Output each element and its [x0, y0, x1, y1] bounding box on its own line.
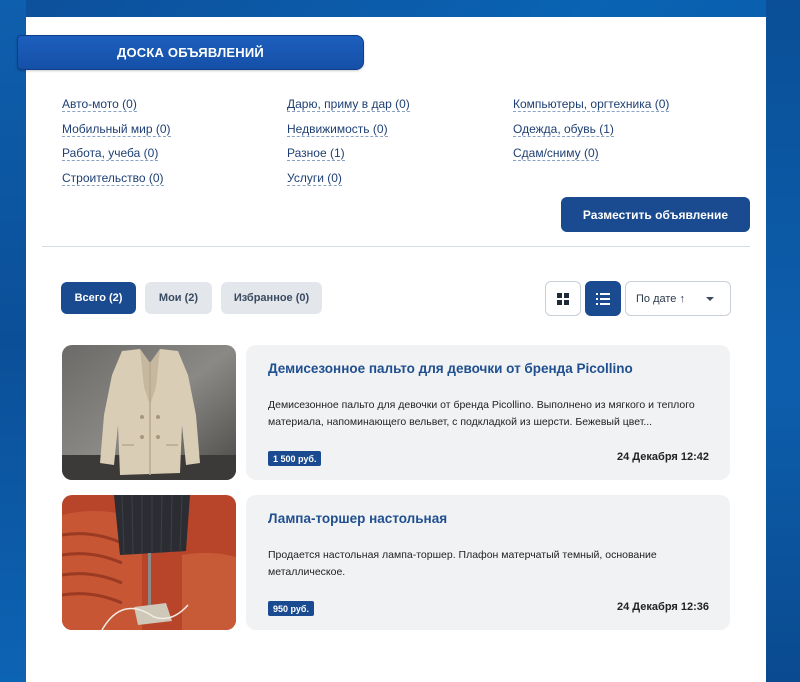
- listing-description: Демисезонное пальто для девочки от бренд…: [268, 399, 695, 428]
- category-link-rent[interactable]: Сдам/сниму (0): [513, 144, 669, 169]
- listing-description: Продается настольная лампа-торшер. Плафо…: [268, 549, 657, 578]
- category-link-mobile[interactable]: Мобильный мир (0): [62, 120, 171, 145]
- listing-photo-lamp[interactable]: [62, 495, 236, 630]
- grid-icon: [557, 292, 569, 305]
- tab-favorites[interactable]: Избранное (0): [221, 282, 322, 314]
- post-ad-button[interactable]: Разместить объявление: [561, 197, 750, 232]
- listing-title[interactable]: Демисезонное пальто для девочки от бренд…: [268, 361, 633, 376]
- tab-mine[interactable]: Мои (2): [145, 282, 212, 314]
- sort-select-value: По дате ↑: [636, 292, 685, 305]
- listing-title[interactable]: Лампа-торшер настольная: [268, 511, 447, 526]
- category-link-clothes[interactable]: Одежда, обувь (1): [513, 120, 669, 145]
- category-column-1: Авто-мото (0) Мобильный мир (0) Работа, …: [62, 95, 171, 193]
- category-link-construction[interactable]: Строительство (0): [62, 169, 171, 194]
- list-icon: [596, 292, 610, 305]
- chevron-down-icon: [706, 297, 714, 301]
- board-title: ДОСКА ОБЪЯВЛЕНИЙ: [17, 35, 364, 70]
- sort-select[interactable]: По дате ↑: [625, 281, 731, 316]
- category-link-auto[interactable]: Авто-мото (0): [62, 95, 171, 120]
- price-badge: 950 руб.: [268, 601, 314, 616]
- listing-card: Лампа-торшер настольная Продается настол…: [246, 495, 730, 630]
- category-link-computers[interactable]: Компьютеры, оргтехника (0): [513, 95, 670, 120]
- price-badge: 1 500 руб.: [268, 451, 322, 466]
- listing-date: 24 Декабря 12:42: [617, 451, 709, 463]
- grid-view-button[interactable]: [545, 281, 581, 316]
- category-link-gift[interactable]: Дарю, приму в дар (0): [287, 95, 410, 120]
- listing-card: Демисезонное пальто для девочки от бренд…: [246, 345, 730, 480]
- background-right: [766, 0, 800, 682]
- listing-item: Демисезонное пальто для девочки от бренд…: [62, 345, 730, 480]
- category-link-misc[interactable]: Разное (1): [287, 144, 410, 169]
- list-view-button[interactable]: [585, 281, 621, 316]
- listing-date: 24 Декабря 12:36: [617, 601, 709, 613]
- background-left: [0, 0, 26, 682]
- listing-photo-coat[interactable]: [62, 345, 236, 480]
- tab-all[interactable]: Всего (2): [61, 282, 136, 314]
- category-column-2: Дарю, приму в дар (0) Недвижимость (0) Р…: [287, 95, 410, 193]
- category-column-3: Компьютеры, оргтехника (0) Одежда, обувь…: [513, 95, 670, 169]
- listing-item: Лампа-торшер настольная Продается настол…: [62, 495, 730, 630]
- divider: [42, 246, 750, 247]
- category-link-work[interactable]: Работа, учеба (0): [62, 144, 171, 169]
- category-link-realty[interactable]: Недвижимость (0): [287, 120, 410, 145]
- category-link-services[interactable]: Услуги (0): [287, 169, 410, 194]
